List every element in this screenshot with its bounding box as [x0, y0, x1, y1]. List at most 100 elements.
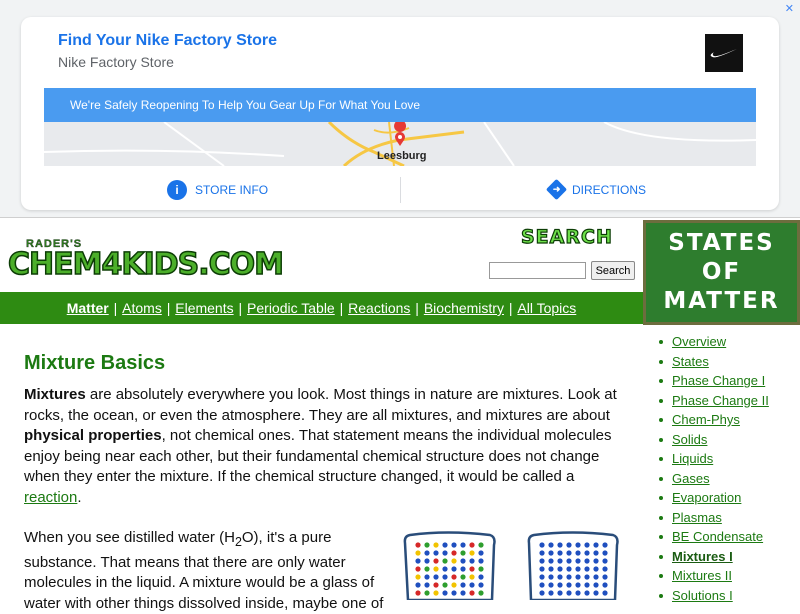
molecule-dot: [460, 590, 466, 596]
molecule-dot: [557, 550, 563, 556]
molecule-dot: [478, 574, 484, 580]
molecule-dot: [415, 590, 421, 596]
sidebar-link-overview[interactable]: Overview: [672, 334, 726, 349]
sidebar-link-mixtures-i[interactable]: Mixtures I: [672, 549, 733, 564]
molecule-dot: [469, 542, 475, 548]
molecule-dot: [557, 590, 563, 596]
molecule-dot: [460, 566, 466, 572]
molecule-dot: [602, 566, 608, 572]
molecule-dot: [539, 574, 545, 580]
sidebar-item: Liquids: [656, 449, 769, 469]
molecule-dot: [451, 558, 457, 564]
sidebar-link-solutions-i[interactable]: Solutions I: [672, 588, 733, 603]
sidebar-link-plasmas[interactable]: Plasmas: [672, 510, 722, 525]
directions-button[interactable]: ➜ DIRECTIONS: [545, 169, 646, 210]
nav-reactions[interactable]: Reactions: [348, 300, 410, 316]
molecule-dot: [539, 566, 545, 572]
molecule-dot: [575, 558, 581, 564]
ad-card[interactable]: Find Your Nike Factory Store Nike Factor…: [21, 17, 779, 210]
sidebar-item: Gases: [656, 469, 769, 489]
molecule-dot: [424, 590, 430, 596]
ad-banner[interactable]: We're Safely Reopening To Help You Gear …: [44, 88, 756, 122]
ad-map[interactable]: Leesburg: [44, 122, 756, 166]
main-nav: Matter | Atoms | Elements | Periodic Tab…: [0, 292, 643, 324]
molecule-dot: [584, 566, 590, 572]
sidebar-item: Plasmas: [656, 508, 769, 528]
term-physical-properties: physical properties: [24, 427, 162, 444]
molecule-dot: [539, 542, 545, 548]
molecule-dot: [557, 542, 563, 548]
store-info-button[interactable]: i STORE INFO: [167, 169, 268, 210]
sidebar-item: States: [656, 352, 769, 372]
states-line2: OF: [701, 259, 742, 285]
nav-all-topics[interactable]: All Topics: [517, 300, 576, 316]
molecule-dot: [415, 566, 421, 572]
nav-biochemistry[interactable]: Biochemistry: [424, 300, 504, 316]
molecule-dot: [593, 542, 599, 548]
molecule-dot: [433, 566, 439, 572]
molecule-dot: [566, 574, 572, 580]
sidebar-link-liquids[interactable]: Liquids: [672, 451, 713, 466]
molecule-dot: [539, 550, 545, 556]
molecule-dot: [602, 574, 608, 580]
molecule-dot: [460, 574, 466, 580]
molecule-dot: [557, 574, 563, 580]
sidebar-link-states[interactable]: States: [672, 354, 709, 369]
molecule-dot: [548, 582, 554, 588]
sidebar-link-evaporation[interactable]: Evaporation: [672, 490, 741, 505]
molecule-dot: [451, 590, 457, 596]
sidebar-item: Mixtures I: [656, 547, 769, 567]
search-input[interactable]: [489, 262, 586, 279]
molecule-dot: [415, 550, 421, 556]
molecule-dot: [539, 590, 545, 596]
sidebar-item: Solutions I: [656, 586, 769, 606]
sidebar-item: Chem-Phys: [656, 410, 769, 430]
molecule-dot: [442, 550, 448, 556]
molecule-dot: [602, 550, 608, 556]
sidebar-link-solids[interactable]: Solids: [672, 432, 707, 447]
molecule-dot: [566, 542, 572, 548]
term-mixtures: Mixtures: [24, 386, 86, 403]
ad-close-icon[interactable]: ✕: [785, 2, 794, 15]
molecule-dot: [593, 566, 599, 572]
nav-elements[interactable]: Elements: [175, 300, 233, 316]
p2-a: When you see distilled water (H: [24, 529, 235, 546]
sidebar-link-phase-change-ii[interactable]: Phase Change II: [672, 393, 769, 408]
molecule-dot: [548, 590, 554, 596]
molecule-dot: [602, 558, 608, 564]
molecule-dot: [602, 542, 608, 548]
molecule-dot: [478, 550, 484, 556]
molecule-dot: [442, 574, 448, 580]
nav-matter[interactable]: Matter: [67, 300, 109, 316]
directions-icon: ➜: [545, 178, 568, 201]
sidebar-link-chem-phys[interactable]: Chem-Phys: [672, 412, 740, 427]
molecule-dot: [424, 558, 430, 564]
sidebar-link-phase-change-i[interactable]: Phase Change I: [672, 373, 765, 388]
site-logo[interactable]: RADER'S CHEM4KIDS.COM: [7, 238, 285, 280]
molecule-dot: [460, 582, 466, 588]
molecule-dot: [415, 582, 421, 588]
molecule-dot: [433, 590, 439, 596]
molecule-dot: [469, 582, 475, 588]
reaction-link[interactable]: reaction: [24, 489, 77, 506]
search-button[interactable]: Search: [591, 261, 635, 280]
molecule-dot: [451, 582, 457, 588]
molecule-dot: [548, 574, 554, 580]
molecule-dot: [478, 558, 484, 564]
molecule-dot: [415, 542, 421, 548]
states-of-matter-banner: STATES OF MATTER: [643, 220, 800, 325]
nav-atoms[interactable]: Atoms: [122, 300, 162, 316]
molecule-dot: [548, 566, 554, 572]
molecule-dot: [575, 574, 581, 580]
molecule-dot: [469, 574, 475, 580]
molecule-dot: [539, 582, 545, 588]
sidebar-link-be-condensate[interactable]: BE Condensate: [672, 529, 763, 544]
nav-periodic-table[interactable]: Periodic Table: [247, 300, 335, 316]
sidebar-item: BE Condensate: [656, 527, 769, 547]
molecule-dot: [442, 582, 448, 588]
sidebar-link-mixtures-ii[interactable]: Mixtures II: [672, 568, 732, 583]
map-label: Leesburg: [377, 150, 427, 162]
sidebar-link-gases[interactable]: Gases: [672, 471, 710, 486]
molecule-dot: [442, 542, 448, 548]
ad-title[interactable]: Find Your Nike Factory Store: [58, 32, 277, 50]
